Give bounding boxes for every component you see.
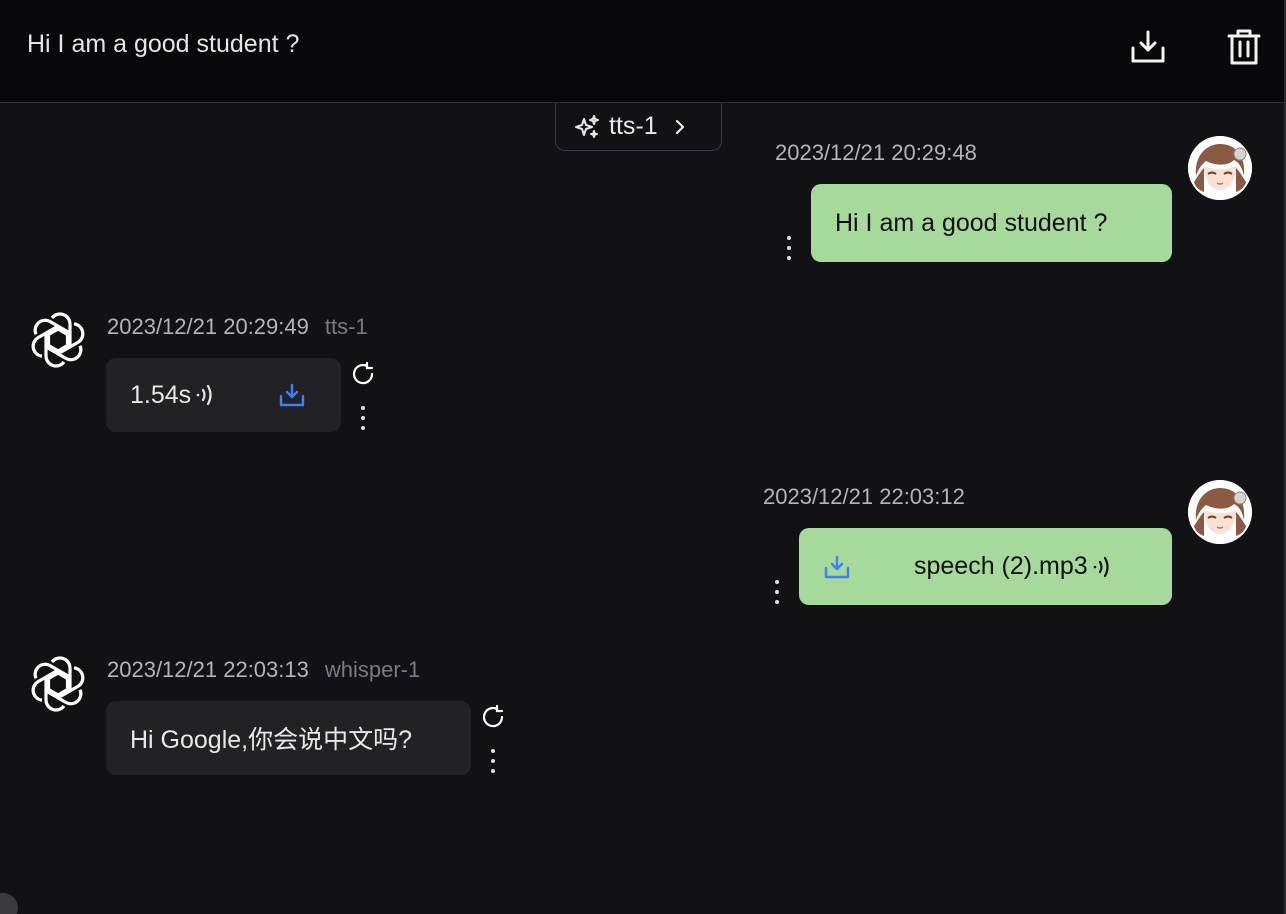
message-timestamp: 2023/12/21 22:03:12 <box>763 484 965 509</box>
audio-wave-icon[interactable] <box>195 384 215 406</box>
assistant-message-text: Hi Google,你会说中文吗? <box>130 726 413 754</box>
more-options-icon[interactable] <box>483 746 503 776</box>
anime-girl-avatar-icon <box>1188 480 1252 544</box>
scroll-handle[interactable] <box>0 893 18 914</box>
user-avatar[interactable] <box>1188 480 1252 544</box>
regenerate-icon[interactable] <box>349 360 377 388</box>
user-message-text: Hi I am a good student ? <box>835 208 1108 237</box>
more-options-icon[interactable] <box>779 233 799 263</box>
model-tag: tts-1 <box>324 314 368 339</box>
message-timestamp: 2023/12/21 22:03:13 <box>107 657 309 682</box>
audio-wave-icon[interactable] <box>1092 556 1112 578</box>
assistant-message-bubble[interactable]: Hi Google,你会说中文吗? <box>106 701 471 775</box>
delete-chat-button[interactable] <box>1224 27 1264 67</box>
audio-message-bubble[interactable]: 1.54s <box>106 358 341 432</box>
message-timestamp-row: 2023/12/21 22:03:13 whisper-1 <box>107 657 420 683</box>
download-audio-icon[interactable] <box>279 383 305 407</box>
audio-duration: 1.54s <box>130 380 192 409</box>
message-timestamp: 2023/12/21 20:29:48 <box>775 140 977 165</box>
audio-file-name: speech (2).mp3 <box>914 552 1088 580</box>
openai-logo-icon <box>31 312 85 368</box>
chat-app: Hi I am a good student ? tts-1 2023/12/2… <box>0 0 1286 914</box>
message-timestamp: 2023/12/21 20:29:49 <box>107 314 309 339</box>
chat-title: Hi I am a good student ? <box>27 30 300 58</box>
assistant-avatar <box>29 655 87 713</box>
regenerate-icon[interactable] <box>479 703 507 731</box>
export-chat-button[interactable] <box>1128 27 1168 67</box>
chevron-right-icon <box>675 119 684 134</box>
assistant-avatar <box>29 311 87 369</box>
more-options-icon[interactable] <box>767 577 787 607</box>
more-options-icon[interactable] <box>353 403 373 433</box>
message-timestamp-row: 2023/12/21 20:29:49 tts-1 <box>107 314 368 340</box>
user-message-bubble[interactable]: Hi I am a good student ? <box>811 184 1172 262</box>
model-selector-label: tts-1 <box>609 112 658 140</box>
trash-icon <box>1227 29 1261 65</box>
download-icon <box>1131 30 1165 63</box>
sparkles-icon <box>575 114 599 138</box>
model-tag: whisper-1 <box>324 657 421 682</box>
model-selector[interactable]: tts-1 <box>555 103 722 151</box>
chat-header: Hi I am a good student ? <box>0 0 1286 103</box>
openai-logo-icon <box>31 656 85 712</box>
user-avatar[interactable] <box>1188 136 1252 200</box>
user-audio-bubble[interactable]: speech (2).mp3 <box>799 528 1172 605</box>
anime-girl-avatar-icon <box>1188 136 1252 200</box>
download-audio-icon[interactable] <box>824 555 850 579</box>
